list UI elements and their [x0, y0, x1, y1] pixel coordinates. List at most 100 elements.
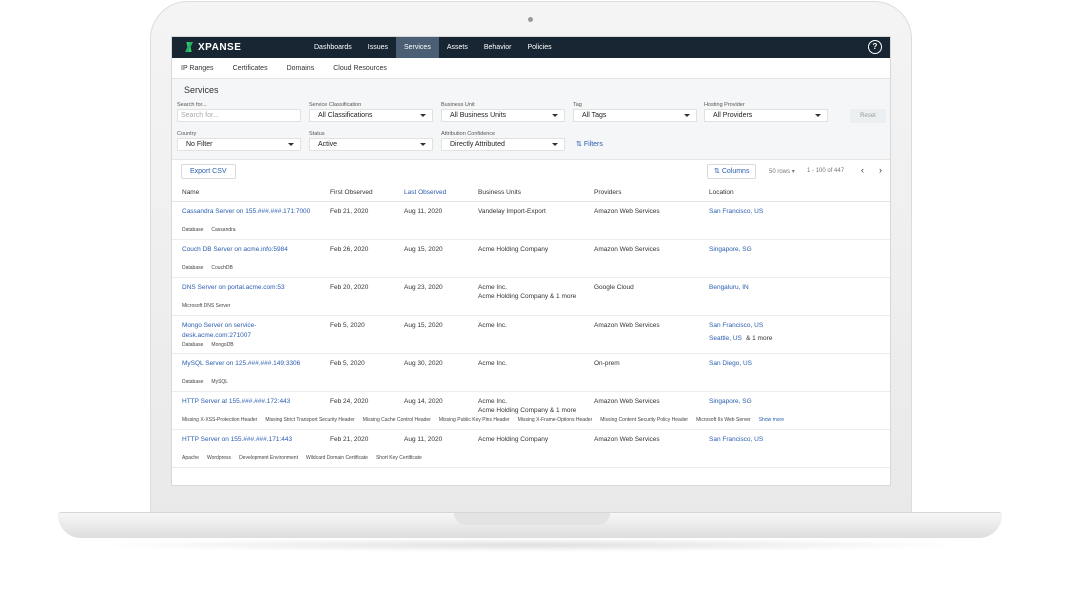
location-link[interactable]: San Francisco, US: [709, 321, 763, 331]
location-link[interactable]: Singapore, SG: [709, 245, 752, 255]
columns-button[interactable]: ⇅ Columns: [707, 164, 757, 179]
subnav-ip-ranges[interactable]: IP Ranges: [181, 65, 214, 72]
column-location[interactable]: Location: [709, 189, 734, 196]
service-name-link[interactable]: Mongo Server on service-desk.acme.com:27…: [182, 321, 272, 340]
location-link[interactable]: Singapore, SG: [709, 397, 752, 407]
business-unit-value: All Business Units: [450, 112, 507, 119]
business-unit-secondary: Acme Holding Company & 1 more: [478, 407, 577, 414]
service-name-link[interactable]: HTTP Server at 155.###.###.172:443: [182, 397, 322, 407]
tag-select[interactable]: All Tags: [573, 109, 697, 122]
column-business-units[interactable]: Business Units: [478, 189, 521, 196]
main-nav: Dashboards Issues Services Assets Behavi…: [306, 37, 560, 58]
provider: Amazon Web Services: [594, 208, 660, 215]
filters-link[interactable]: ⇅ Filters: [576, 140, 603, 148]
chevron-down-icon: [420, 114, 426, 117]
tag: Database: [182, 227, 204, 233]
tag-list: Apache Wordpress Development Environment…: [182, 455, 430, 461]
hosting-provider-select[interactable]: All Providers: [704, 109, 828, 122]
location-link-secondary[interactable]: Seattle, US: [709, 334, 742, 344]
table-row[interactable]: Mongo Server on service-desk.acme.com:27…: [172, 316, 890, 354]
service-name-link[interactable]: Cassandra Server on 155.###.###.171:7000: [182, 207, 322, 217]
last-observed: Aug 23, 2020: [404, 284, 443, 291]
tag: Missing X-XSS-Protection Header: [182, 417, 258, 423]
camera-icon: [528, 17, 533, 22]
filter-icon: ⇅: [576, 141, 582, 148]
search-label: Search for...: [177, 102, 207, 108]
service-name-link[interactable]: MySQL Server on 125.###.###.149:3306: [182, 359, 322, 369]
subnav-cloud-resources[interactable]: Cloud Resources: [333, 65, 387, 72]
location-link[interactable]: San Diego, US: [709, 359, 752, 369]
logo[interactable]: XPANSE: [184, 41, 241, 53]
app-screen: XPANSE Dashboards Issues Services Assets…: [171, 36, 891, 486]
tag-list: Microsoft DNS Server: [182, 303, 238, 309]
rows-per-page-select[interactable]: 50 rows ▾: [769, 168, 795, 175]
service-name-link[interactable]: DNS Server on portal.acme.com:53: [182, 283, 322, 293]
nav-policies[interactable]: Policies: [519, 37, 559, 58]
attribution-label: Attribution Confidence: [441, 131, 496, 137]
location-link[interactable]: San Francisco, US: [709, 207, 763, 217]
first-observed: Feb 26, 2020: [330, 246, 369, 253]
show-more-link[interactable]: Show more: [759, 417, 784, 423]
table-row[interactable]: DNS Server on portal.acme.com:53 Feb 20,…: [172, 278, 890, 316]
tag-list: Database MySQL: [182, 379, 236, 385]
business-unit-select[interactable]: All Business Units: [441, 109, 565, 122]
table-toolbar: Export CSV ⇅ Columns 50 rows ▾ 1 - 100 o…: [172, 160, 890, 184]
service-classification-select[interactable]: All Classifications: [309, 109, 433, 122]
table-row[interactable]: Couch DB Server on acme.info:5984 Feb 26…: [172, 240, 890, 278]
nav-services[interactable]: Services: [395, 37, 439, 58]
filters-label: Filters: [583, 141, 603, 148]
last-observed: Aug 11, 2020: [404, 208, 443, 215]
table-row[interactable]: Cassandra Server on 155.###.###.171:7000…: [172, 202, 890, 240]
location-link[interactable]: San Francisco, US: [709, 435, 763, 445]
column-last-observed[interactable]: Last Observed: [404, 189, 446, 196]
subnav-domains[interactable]: Domains: [287, 65, 315, 72]
tag: Database: [182, 342, 204, 348]
rows-per-page-value: 50 rows: [769, 169, 791, 175]
country-select[interactable]: No Filter: [177, 138, 301, 151]
nav-issues[interactable]: Issues: [360, 37, 396, 58]
business-unit-label: Business Unit: [441, 102, 475, 108]
nav-behavior[interactable]: Behavior: [476, 37, 520, 58]
first-observed: Feb 5, 2020: [330, 360, 365, 367]
laptop-notch: [454, 513, 610, 525]
column-providers[interactable]: Providers: [594, 189, 621, 196]
help-icon[interactable]: ?: [868, 40, 882, 54]
previous-page-icon[interactable]: ‹: [861, 166, 864, 175]
location-link[interactable]: Bengaluru, IN: [709, 283, 749, 293]
tag: Short Key Certificate: [375, 455, 422, 461]
reset-button[interactable]: Reset: [850, 109, 886, 123]
brand-name: XPANSE: [198, 41, 242, 53]
nav-assets[interactable]: Assets: [439, 37, 476, 58]
table-row[interactable]: MySQL Server on 125.###.###.149:3306 Feb…: [172, 354, 890, 392]
subnav-certificates[interactable]: Certificates: [233, 65, 268, 72]
status-value: Active: [318, 141, 338, 148]
status-select[interactable]: Active: [309, 138, 433, 151]
first-observed: Feb 21, 2020: [330, 436, 369, 443]
service-name-link[interactable]: Couch DB Server on acme.info:5984: [182, 245, 322, 255]
export-csv-button[interactable]: Export CSV: [181, 164, 236, 179]
business-unit: Vandelay Import-Export: [478, 208, 546, 215]
first-observed: Feb 20, 2020: [330, 284, 369, 291]
tag: Missing Content Security Policy Header: [600, 417, 689, 423]
search-input[interactable]: Search for...: [177, 109, 301, 122]
service-name-link[interactable]: HTTP Server on 155.###.###.171:443: [182, 435, 322, 445]
service-classification-value: All Classifications: [318, 112, 373, 119]
table-row[interactable]: HTTP Server on 155.###.###.171:443 Feb 2…: [172, 430, 890, 468]
first-observed: Feb 21, 2020: [330, 208, 369, 215]
tag: CouchDB: [211, 265, 233, 271]
business-unit-secondary: Acme Holding Company & 1 more: [478, 293, 577, 300]
service-classification-label: Service Classification: [309, 102, 362, 108]
tag-list: Database MongoDB: [182, 342, 242, 348]
attribution-select[interactable]: Directly Attributed: [441, 138, 565, 151]
table-row[interactable]: HTTP Server at 155.###.###.172:443 Feb 2…: [172, 392, 890, 430]
nav-dashboards[interactable]: Dashboards: [306, 37, 360, 58]
top-navigation: XPANSE Dashboards Issues Services Assets…: [172, 37, 890, 58]
filter-panel: Services Search for... Search for... Ser…: [172, 79, 890, 160]
last-observed: Aug 11, 2020: [404, 436, 443, 443]
tag: Development Environment: [239, 455, 298, 461]
column-name[interactable]: Name: [182, 189, 199, 196]
next-page-icon[interactable]: ›: [879, 166, 882, 175]
column-first-observed[interactable]: First Observed: [330, 189, 373, 196]
last-observed: Aug 15, 2020: [404, 322, 443, 329]
business-unit: Acme Holding Company: [478, 246, 549, 253]
